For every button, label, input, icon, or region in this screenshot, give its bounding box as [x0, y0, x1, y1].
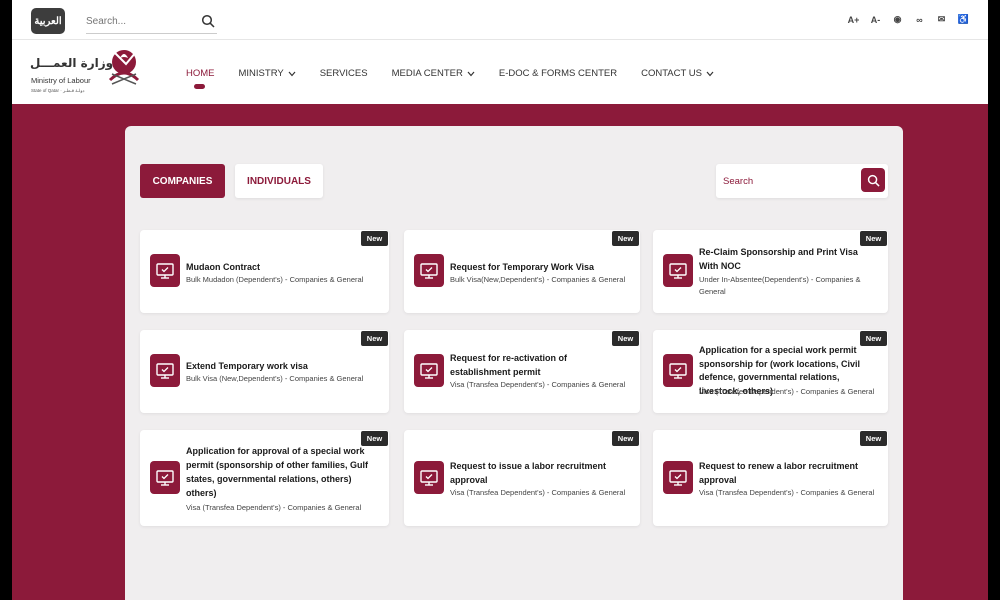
service-search-placeholder[interactable]: Search	[723, 176, 753, 187]
tab-companies[interactable]: COMPANIES	[140, 164, 225, 198]
monitor-icon	[150, 461, 180, 494]
text-decrease-icon[interactable]: A-	[869, 13, 882, 26]
nav-item-services[interactable]: SERVICES	[320, 68, 368, 79]
card-title: Application for approval of a special wo…	[186, 446, 369, 498]
service-search-button[interactable]	[861, 168, 885, 192]
service-card[interactable]: New Mudaon Contract Bulk Mudadon (Depend…	[140, 230, 389, 313]
main-navbar: وزارة العمـــل Ministry of Labour State …	[12, 40, 988, 104]
chevron-down-icon	[288, 71, 296, 76]
service-card[interactable]: New Request to renew a labor recruitment…	[653, 430, 888, 526]
top-search-input[interactable]	[86, 10, 196, 32]
service-card[interactable]: New Re-Claim Sponsorship and Print Visa …	[653, 230, 888, 313]
eye-icon[interactable]: ◉	[891, 13, 904, 26]
nav-item-label: MEDIA CENTER	[391, 68, 463, 79]
new-badge: New	[612, 231, 639, 246]
nav-item-ministry[interactable]: MINISTRY	[239, 68, 296, 79]
monitor-icon	[663, 461, 693, 494]
card-subtitle: Bulk Visa (New,Dependent's) - Companies …	[186, 374, 364, 383]
card-subtitle: Visa (Transfea Dependent's) - Companies …	[186, 503, 362, 512]
monitor-icon	[663, 354, 693, 387]
nav-item-label: HOME	[186, 68, 215, 79]
top-utility-bar: العربية A+ A- ◉ ∞ ✉ ♿	[12, 0, 988, 40]
logo-arabic-text: وزارة العمـــل	[30, 56, 114, 70]
accessibility-toolbar: A+ A- ◉ ∞ ✉ ♿	[847, 13, 970, 26]
card-subtitle: Visa (Transfea Dependent's) - Companies …	[699, 387, 875, 396]
card-title: Mudaon Contract	[186, 262, 260, 272]
service-search-box[interactable]: Search	[716, 164, 888, 198]
new-badge: New	[612, 331, 639, 346]
nav-item-label: CONTACT US	[641, 68, 702, 79]
nav-item-home[interactable]: HOME	[186, 68, 215, 79]
text-increase-icon[interactable]: A+	[847, 13, 860, 26]
logo-subtitle: State of Qatar · دولـة قـطـر	[31, 88, 85, 93]
card-title: Request for Temporary Work Visa	[450, 262, 595, 272]
monitor-icon	[414, 254, 444, 287]
card-title: Request for re-activation of establishme…	[450, 353, 568, 377]
card-title: Extend Temporary work visa	[186, 361, 308, 371]
new-badge: New	[860, 431, 887, 446]
service-card[interactable]: New Application for a special work permi…	[653, 330, 888, 413]
nav-item-label: E-DOC & FORMS CENTER	[498, 68, 618, 79]
nav-item-label: SERVICES	[319, 68, 368, 79]
chevron-down-icon	[706, 71, 714, 76]
monitor-icon	[150, 354, 180, 387]
new-badge: New	[361, 331, 388, 346]
service-card[interactable]: New Request for re-activation of establi…	[404, 330, 640, 413]
service-card[interactable]: New Request to issue a labor recruitment…	[404, 430, 640, 526]
nav-item-media-center[interactable]: MEDIA CENTER	[392, 68, 475, 79]
logo-english-text: Ministry of Labour	[31, 76, 91, 85]
card-subtitle: Visa (Transfea Dependent's) - Companies …	[450, 488, 626, 497]
card-subtitle: Bulk Mudadon (Dependent's) - Companies &…	[186, 275, 364, 284]
service-card[interactable]: New Request for Temporary Work Visa Bulk…	[404, 230, 640, 313]
new-badge: New	[860, 231, 887, 246]
qatar-emblem-icon	[108, 50, 140, 85]
active-nav-indicator	[194, 84, 205, 89]
monitor-icon	[663, 254, 693, 287]
new-badge: New	[612, 431, 639, 446]
mail-icon[interactable]: ✉	[935, 13, 948, 26]
card-title: Re-Claim Sponsorship and Print Visa With…	[699, 247, 858, 271]
nav-item-label: MINISTRY	[238, 68, 284, 79]
language-toggle-button[interactable]: العربية	[31, 8, 65, 34]
ministry-logo[interactable]: وزارة العمـــل Ministry of Labour State …	[30, 46, 140, 98]
card-subtitle: Bulk Visa(New,Dependent's) - Companies &…	[450, 275, 626, 284]
search-icon	[867, 174, 880, 187]
monitor-icon	[414, 354, 444, 387]
card-subtitle: Visa (Transfea Dependent's) - Companies …	[699, 488, 875, 497]
accessibility-icon[interactable]: ♿	[957, 13, 970, 26]
services-panel: COMPANIES INDIVIDUALS Search New Mudaon …	[125, 126, 903, 600]
card-title: Request to issue a labor recruitment app…	[450, 461, 607, 485]
service-card[interactable]: New Extend Temporary work visa Bulk Visa…	[140, 330, 389, 413]
new-badge: New	[361, 231, 388, 246]
chevron-down-icon	[467, 71, 475, 76]
tab-individuals[interactable]: INDIVIDUALS	[235, 164, 323, 198]
top-search-box[interactable]	[86, 10, 217, 34]
search-icon[interactable]	[201, 14, 215, 28]
service-card[interactable]: New Application for approval of a specia…	[140, 430, 389, 526]
nav-item-contact-us[interactable]: CONTACT US	[641, 68, 714, 79]
card-subtitle: Under In-Absentee(Dependent's) - Compani…	[699, 275, 861, 296]
card-subtitle: Visa (Transfea Dependent's) - Companies …	[450, 380, 626, 389]
nav-item-edoc-forms[interactable]: E-DOC & FORMS CENTER	[499, 68, 617, 79]
monitor-icon	[150, 254, 180, 287]
nav-menu: HOME MINISTRY SERVICES MEDIA CENTER E-DO…	[186, 68, 738, 79]
monitor-icon	[414, 461, 444, 494]
browser-frame: العربية A+ A- ◉ ∞ ✉ ♿ وزارة العمـــل Min…	[12, 0, 988, 600]
link-icon[interactable]: ∞	[913, 13, 926, 26]
card-title: Request to renew a labor recruitment app…	[699, 461, 859, 485]
